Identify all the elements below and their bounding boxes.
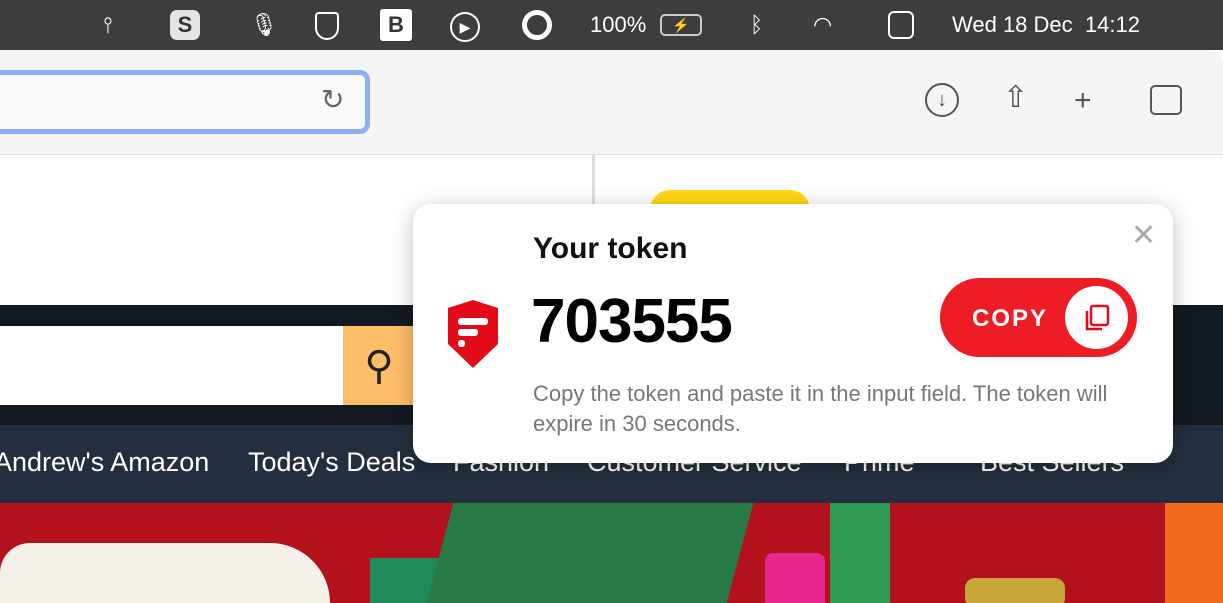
share-icon[interactable]: ⇧ [1003, 80, 1028, 116]
bluetooth-icon[interactable]: ᛒ [750, 12, 763, 38]
hero-banner[interactable] [0, 503, 1223, 603]
circle-icon[interactable] [522, 10, 552, 40]
popup-title: Your token [533, 232, 688, 265]
green-roll-image [830, 503, 890, 603]
microphone-icon[interactable]: 🎙 [250, 12, 278, 38]
shield-icon[interactable] [315, 12, 339, 40]
wifi-icon[interactable]: ◠ [813, 12, 832, 38]
reload-icon[interactable]: ↻ [321, 83, 344, 116]
clock[interactable]: Wed 18 Dec 14:12 [952, 12, 1140, 38]
pink-ribbon-image [765, 553, 825, 603]
copy-button[interactable]: COPY [940, 278, 1137, 357]
battery-percent: 100% [590, 12, 647, 37]
sweater-image [0, 543, 330, 603]
browser-toolbar: ↻ ↓ ⇧ + [0, 50, 1223, 155]
popup-description: Copy the token and paste it in the input… [533, 381, 1108, 436]
search-input[interactable] [0, 326, 343, 405]
nav-item[interactable]: Andrew's Amazon [0, 447, 209, 478]
search-icon: ⚲ [364, 343, 394, 388]
copy-label: COPY [972, 305, 1049, 332]
orange-roll-image [1165, 503, 1223, 603]
menu-bar: ⫯ S 🎙 B ▶ 100% ⚡ ᛒ ◠ Wed 18 Dec 14:12 [0, 0, 1223, 50]
battery-icon[interactable]: ⚡ [660, 14, 702, 36]
search-button[interactable]: ⚲ [343, 326, 415, 405]
close-icon[interactable]: ✕ [1131, 218, 1156, 253]
green-gift-image [426, 503, 754, 603]
new-tab-icon[interactable]: + [1074, 83, 1092, 119]
gold-cup-image [965, 578, 1065, 603]
download-icon[interactable]: ↓ [925, 83, 959, 117]
copy-icon [1065, 286, 1128, 349]
b-icon[interactable]: B [380, 9, 412, 41]
address-bar[interactable]: ↻ [0, 70, 370, 134]
token-value: 703555 [531, 287, 733, 356]
play-icon[interactable]: ▶ [450, 12, 480, 42]
token-popup: Your token 703555 Copy the token and pas… [413, 204, 1173, 463]
s-icon[interactable]: S [170, 10, 200, 40]
control-center-icon[interactable] [888, 11, 914, 39]
brand-logo-icon [448, 300, 498, 368]
tabs-overview-icon[interactable] [1150, 85, 1182, 115]
nav-item[interactable]: Today's Deals [248, 447, 415, 478]
fork-icon[interactable]: ⫯ [103, 12, 113, 38]
